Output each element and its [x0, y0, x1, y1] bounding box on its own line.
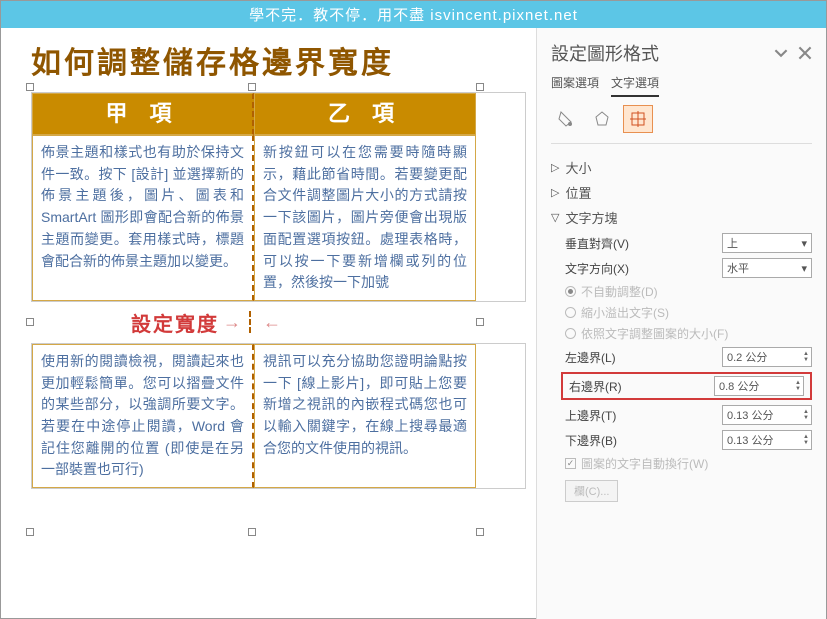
- resize-handle[interactable]: [476, 318, 484, 326]
- dropdown-icon: ▾: [801, 262, 807, 275]
- annotation-label: 設定寬度: [131, 308, 219, 337]
- resize-handle[interactable]: [476, 528, 484, 536]
- resize-handle[interactable]: [476, 83, 484, 91]
- radio-icon: [565, 286, 576, 297]
- margin-right-value: 0.8 公分: [719, 378, 759, 394]
- radio-label: 縮小溢出文字(S): [581, 304, 669, 321]
- table[interactable]: 使用新的閱讀檢視，閱讀起來也更加輕鬆簡單。您可以摺疊文件的某些部分，以強調所要文…: [31, 343, 526, 489]
- resize-handle[interactable]: [26, 318, 34, 326]
- document-area: 如何調整儲存格邊界寬度 甲 項 乙 項 佈景主題和樣式也有助於保持文件一致。按下…: [1, 28, 536, 619]
- textdir-select[interactable]: 水平 ▾: [722, 258, 812, 278]
- table-cell[interactable]: 視訊可以充分協助您證明論點按一下 [線上影片]，即可貼上您要新增之視訊的內嵌程式…: [254, 344, 476, 488]
- section-textbox-label: 文字方塊: [565, 208, 617, 227]
- format-shape-panel: 設定圖形格式 圖案選項 文字選項 ▷ 大小 ▷: [536, 28, 826, 619]
- spinner-arrows[interactable]: ▲▼: [795, 380, 801, 392]
- chevron-right-icon: ▷: [551, 161, 559, 174]
- tab-shape-options[interactable]: 圖案選項: [551, 74, 599, 97]
- margin-left-value: 0.2 公分: [727, 349, 767, 365]
- panel-title: 設定圖形格式: [551, 40, 659, 66]
- margin-bottom-label: 下邊界(B): [565, 432, 617, 449]
- margin-right-label: 右邊界(R): [569, 378, 622, 395]
- table-header-1[interactable]: 甲 項: [32, 93, 254, 135]
- section-textbox[interactable]: ▽ 文字方塊: [551, 208, 812, 227]
- panel-tabs: 圖案選項 文字選項: [551, 74, 812, 97]
- radio-shrink: 縮小溢出文字(S): [565, 304, 812, 321]
- close-icon[interactable]: [798, 46, 812, 60]
- section-position[interactable]: ▷ 位置: [551, 183, 812, 202]
- textdir-label: 文字方向(X): [565, 260, 629, 277]
- layout-icon[interactable]: [623, 105, 653, 133]
- valign-label: 垂直對齊(V): [565, 235, 629, 252]
- valign-select[interactable]: 上▾: [722, 233, 812, 253]
- table[interactable]: 甲 項 乙 項 佈景主題和樣式也有助於保持文件一致。按下 [設計] 並選擇新的佈…: [31, 92, 526, 302]
- margin-left-label: 左邊界(L): [565, 349, 616, 366]
- radio-label: 依照文字調整圖案的大小(F): [581, 325, 728, 342]
- margin-right-input[interactable]: 0.8 公分 ▲▼: [714, 376, 804, 396]
- effects-icon[interactable]: [587, 105, 617, 133]
- radio-resize-shape: 依照文字調整圖案的大小(F): [565, 325, 812, 342]
- chevron-down-icon[interactable]: [774, 46, 788, 60]
- table-cell[interactable]: 新按鈕可以在您需要時隨時顯示，藉此節省時間。若要變更配合文件調整圖片大小的方式請…: [254, 135, 476, 301]
- valign-value: 上: [727, 235, 738, 251]
- margin-top-input[interactable]: 0.13 公分 ▲▼: [722, 405, 812, 425]
- radio-icon: [565, 328, 576, 339]
- table-header-2[interactable]: 乙 項: [254, 93, 476, 135]
- wrap-label: 圖案的文字自動換行(W): [581, 455, 708, 472]
- margin-bottom-input[interactable]: 0.13 公分 ▲▼: [722, 430, 812, 450]
- table-cell[interactable]: 佈景主題和樣式也有助於保持文件一致。按下 [設計] 並選擇新的佈景主題後，圖片、…: [32, 135, 254, 301]
- spinner-arrows[interactable]: ▲▼: [803, 409, 809, 421]
- margin-left-input[interactable]: 0.2 公分 ▲▼: [722, 347, 812, 367]
- spinner-arrows[interactable]: ▲▼: [803, 434, 809, 446]
- margin-top-label: 上邊界(T): [565, 407, 616, 424]
- highlight-right-margin: 右邊界(R) 0.8 公分 ▲▼: [561, 372, 812, 400]
- table-cell[interactable]: 使用新的閱讀檢視，閱讀起來也更加輕鬆簡單。您可以摺疊文件的某些部分，以強調所要文…: [32, 344, 254, 488]
- radio-label: 不自動調整(D): [581, 283, 658, 300]
- section-position-label: 位置: [565, 183, 591, 202]
- arrow-left-icon: ←: [263, 312, 281, 333]
- margin-top-value: 0.13 公分: [727, 407, 773, 423]
- fill-icon[interactable]: [551, 105, 581, 133]
- page-title: 如何調整儲存格邊界寬度: [31, 38, 526, 82]
- dropdown-icon: ▾: [801, 237, 807, 250]
- section-size-label: 大小: [565, 158, 591, 177]
- wrap-checkbox-row: ✓ 圖案的文字自動換行(W): [565, 455, 812, 472]
- chevron-right-icon: ▷: [551, 186, 559, 199]
- columns-button[interactable]: 欄(C)...: [565, 480, 618, 502]
- margin-bottom-value: 0.13 公分: [727, 432, 773, 448]
- textdir-value: 水平: [727, 260, 749, 276]
- section-size[interactable]: ▷ 大小: [551, 158, 812, 177]
- resize-handle[interactable]: [248, 83, 256, 91]
- resize-handle[interactable]: [26, 83, 34, 91]
- banner-text: 學不完．教不停．用不盡 isvincent.pixnet.net: [1, 1, 826, 28]
- arrow-right-icon: →: [223, 312, 241, 333]
- resize-handle[interactable]: [26, 528, 34, 536]
- radio-icon: [565, 307, 576, 318]
- resize-handle[interactable]: [248, 528, 256, 536]
- radio-no-autofit: 不自動調整(D): [565, 283, 812, 300]
- annotation: 設定寬度 → ←: [31, 308, 526, 337]
- spinner-arrows[interactable]: ▲▼: [803, 351, 809, 363]
- tab-text-options[interactable]: 文字選項: [611, 74, 659, 97]
- chevron-down-icon: ▽: [551, 211, 559, 224]
- checkbox-icon: ✓: [565, 458, 576, 469]
